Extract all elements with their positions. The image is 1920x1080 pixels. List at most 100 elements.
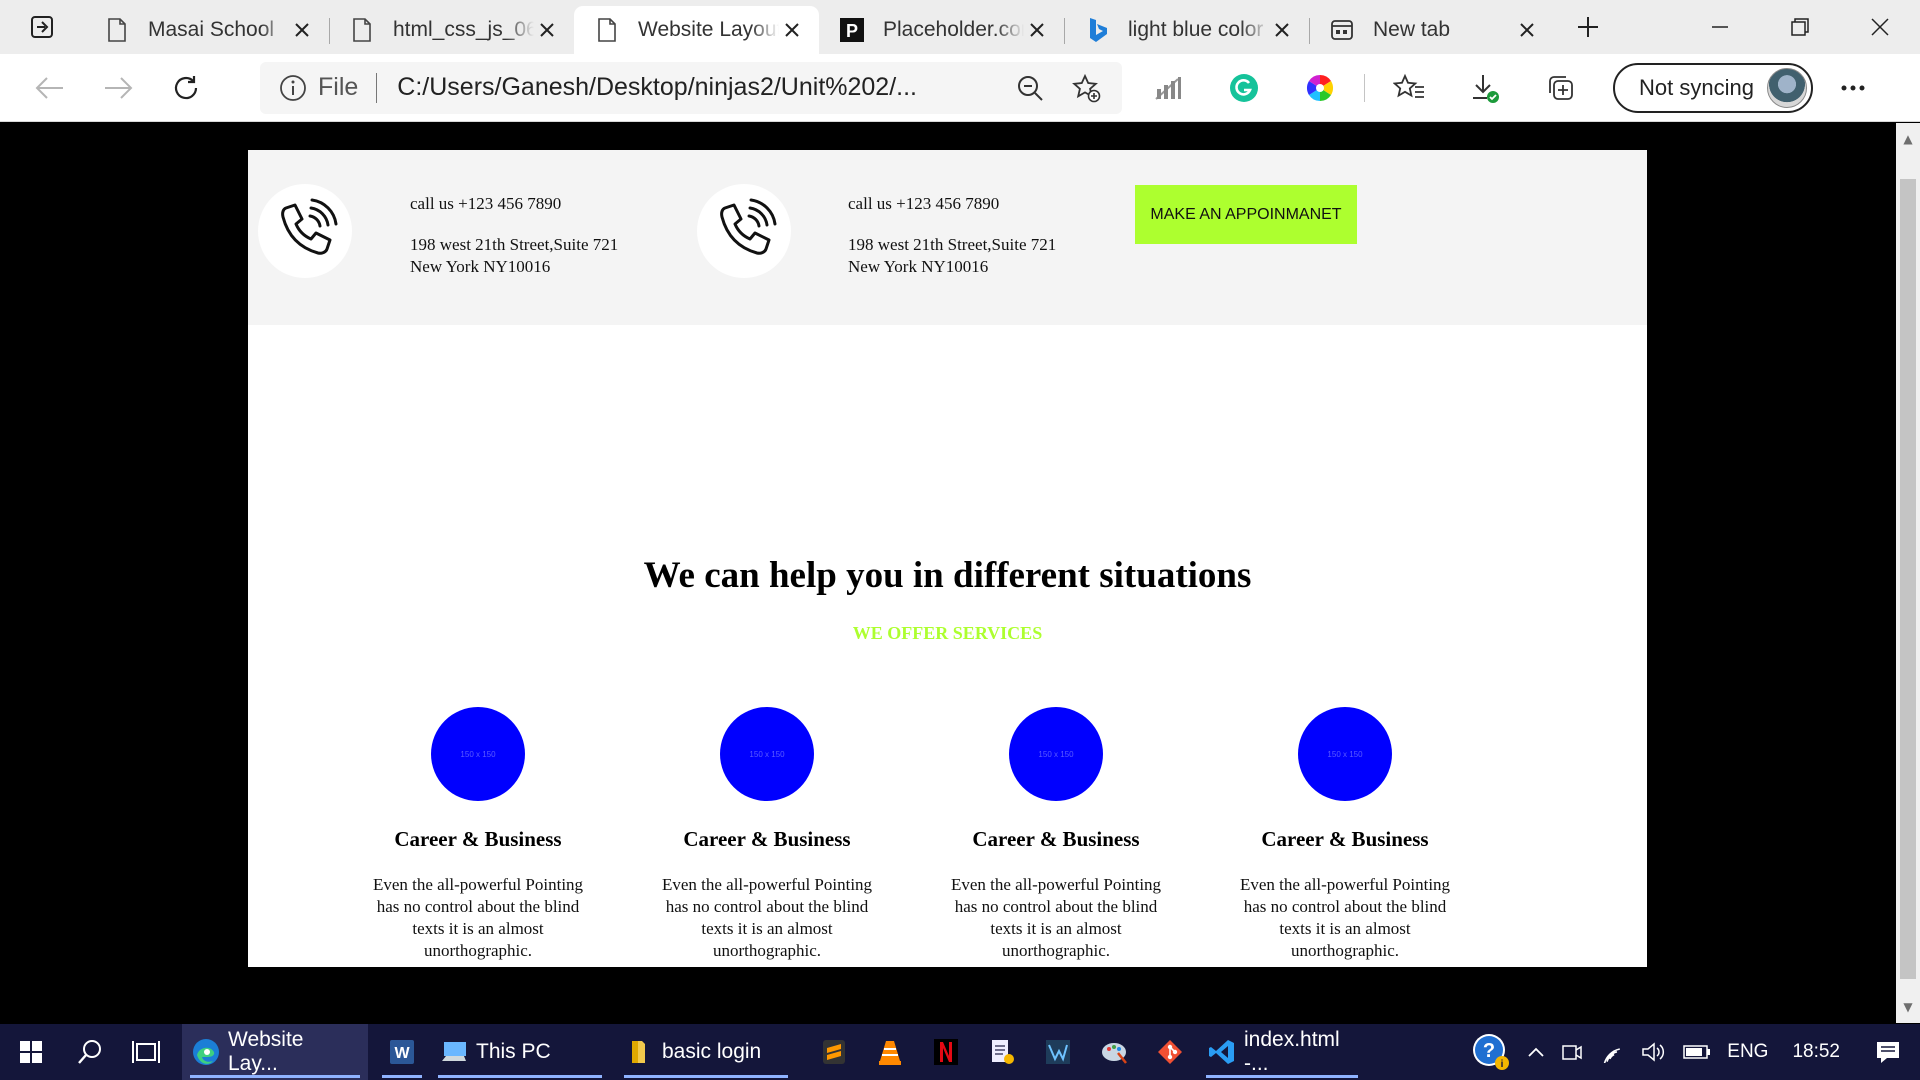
taskbar-app-this-pc[interactable]: This PC [430, 1024, 610, 1080]
taskbar-app-git[interactable] [1142, 1024, 1198, 1080]
phone-icon-circle [258, 184, 352, 278]
minimize-icon [1712, 26, 1728, 28]
color-picker-extension-button[interactable] [1282, 54, 1358, 122]
taskbar-app-label: index.html -... [1244, 1028, 1340, 1075]
show-hidden-icons-button[interactable] [1519, 1024, 1553, 1080]
notifications-button[interactable] [1856, 1024, 1920, 1080]
tab-light-blue-color[interactable]: light blue color [1064, 6, 1309, 54]
extension-stats-button[interactable] [1130, 54, 1206, 122]
taskbar-app-sublime[interactable] [806, 1024, 862, 1080]
tab-website-layout[interactable]: Website Layout [574, 6, 819, 54]
refresh-button[interactable] [152, 54, 220, 122]
close-icon[interactable] [1024, 17, 1050, 43]
tab-masai-school[interactable]: Masai School [84, 6, 329, 54]
collections-icon [1549, 75, 1573, 100]
tab-title: Website Layout [638, 18, 779, 41]
task-view-button[interactable] [118, 1024, 174, 1080]
profile-sync-button[interactable]: Not syncing [1613, 62, 1813, 113]
service-card: 150 x 150 Career & Business Even the all… [1223, 707, 1467, 962]
page-icon [104, 17, 130, 43]
system-tray: ? i ENG 18:52 [1463, 1024, 1920, 1080]
taskbar-app-word[interactable]: W [374, 1024, 430, 1080]
stats-icon [1155, 76, 1181, 100]
meet-now-button[interactable] [1553, 1024, 1591, 1080]
contact-address-line: 198 west 21th Street,Suite 721 [848, 235, 1057, 254]
scroll-up-arrow-icon[interactable]: ▲ [1896, 129, 1920, 149]
taskbar-app-vscode[interactable]: index.html -... [1198, 1024, 1366, 1080]
contact-phone: call us +123 456 7890 [410, 194, 562, 213]
volume-icon [1642, 1042, 1665, 1062]
zoom-out-icon [1018, 75, 1043, 101]
clock[interactable]: 18:52 [1776, 1024, 1856, 1080]
vlc-icon [879, 1041, 901, 1065]
phone-icon [720, 198, 777, 255]
volume-button[interactable] [1633, 1024, 1675, 1080]
taskbar-app-label: basic login [662, 1040, 762, 1063]
service-card: 150 x 150 Career & Business Even the all… [934, 707, 1178, 962]
section-title: We can help you in different situations [643, 555, 1252, 596]
tab-html-css-js[interactable]: html_css_js_06 [329, 6, 574, 54]
tab-title: Placeholder.com [883, 18, 1024, 41]
close-window-button[interactable] [1840, 0, 1920, 54]
address-bar[interactable]: File C:/Users/Ganesh/Desktop/ninjas2/Uni… [260, 61, 1122, 114]
add-favorite-button[interactable] [1058, 64, 1114, 112]
collections-button[interactable] [1523, 54, 1599, 122]
minimize-button[interactable] [1680, 0, 1760, 54]
battery-button[interactable] [1675, 1024, 1719, 1080]
taskbar-app-label: Website Lay... [228, 1028, 304, 1075]
start-button[interactable] [0, 1024, 62, 1080]
taskbar-app-edge[interactable]: Website Lay... [182, 1024, 368, 1080]
tab-actions-button[interactable] [0, 0, 84, 54]
grammarly-icon [1230, 73, 1258, 102]
make-appointment-button[interactable]: MAKE AN APPOINMANET [1135, 185, 1357, 244]
close-icon[interactable] [1269, 17, 1295, 43]
url-text[interactable]: C:/Users/Ganesh/Desktop/ninjas2/Unit%202… [397, 73, 1002, 102]
downloads-button[interactable] [1447, 54, 1523, 122]
taskbar-app-tool[interactable] [1030, 1024, 1086, 1080]
tab-title: light blue color [1128, 18, 1264, 41]
close-icon[interactable] [779, 17, 805, 43]
scroll-down-arrow-icon[interactable]: ▼ [1896, 997, 1920, 1017]
settings-more-button[interactable] [1813, 54, 1893, 122]
service-title: Career & Business [683, 827, 851, 851]
avatar [1767, 67, 1807, 108]
search-button[interactable] [62, 1024, 118, 1080]
wifi-icon [1603, 1048, 1621, 1063]
forward-button[interactable] [84, 54, 152, 122]
close-icon[interactable] [1514, 17, 1540, 43]
tool-icon [1046, 1040, 1070, 1064]
refresh-icon [174, 75, 198, 99]
taskbar-app-vlc[interactable] [862, 1024, 918, 1080]
language-indicator[interactable]: ENG [1719, 1024, 1776, 1080]
new-tab-button[interactable] [1558, 3, 1618, 51]
taskbar-app-basic-login[interactable]: basic login [616, 1024, 796, 1080]
info-icon[interactable] [276, 71, 310, 105]
tab-new-tab[interactable]: New tab [1309, 6, 1554, 54]
vertical-scrollbar[interactable]: ▲ ▼ [1896, 123, 1920, 1023]
notification-icon [1877, 1042, 1899, 1063]
favorites-button[interactable] [1371, 54, 1447, 122]
url-scheme-label: File [318, 73, 359, 101]
restore-button[interactable] [1760, 0, 1840, 54]
taskbar-app-notepad[interactable] [974, 1024, 1030, 1080]
grammarly-button[interactable] [1206, 54, 1282, 122]
contact-address-line: New York NY10016 [848, 257, 989, 276]
scrollbar-thumb[interactable] [1900, 179, 1916, 979]
tab-title: html_css_js_06 [393, 18, 534, 41]
address-divider [376, 72, 378, 103]
tab-placeholder[interactable]: P Placeholder.com [819, 6, 1064, 54]
taskbar-app-paint[interactable] [1086, 1024, 1142, 1080]
tab-title: Masai School [148, 18, 275, 41]
network-button[interactable] [1591, 1024, 1633, 1080]
back-button[interactable] [16, 54, 84, 122]
word-icon: W [390, 1040, 414, 1064]
arrow-left-icon [35, 76, 63, 99]
folder-icon [626, 1038, 654, 1066]
close-icon[interactable] [534, 17, 560, 43]
phone-icon [281, 198, 338, 255]
toolbar-extensions: Not syncing [1130, 54, 1893, 122]
zoom-button[interactable] [1002, 64, 1058, 112]
taskbar-app-netflix[interactable] [918, 1024, 974, 1080]
close-icon[interactable] [289, 17, 315, 43]
help-tray-button[interactable]: ? i [1463, 1024, 1519, 1080]
